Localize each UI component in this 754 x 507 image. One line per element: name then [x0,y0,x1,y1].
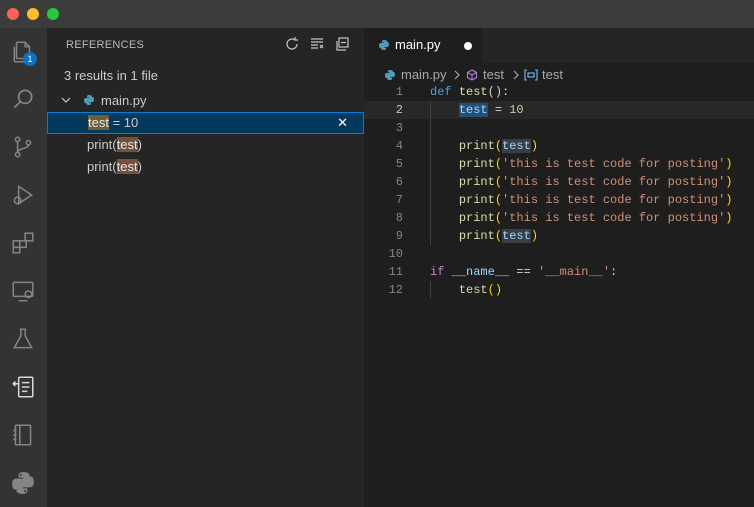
close-window-button[interactable] [7,8,19,20]
editor-area: main.py main.py test test 1 def test(): 2… [364,28,754,507]
minimize-window-button[interactable] [27,8,39,20]
line-number: 2 [395,103,403,117]
unsaved-dot-icon[interactable] [464,42,472,50]
python-file-icon [384,69,396,84]
code-line: 11 if __name__ == '__main__': [364,263,754,281]
code-line: 1 def test(): [364,83,754,101]
results-summary: 3 results in 1 file [64,68,158,83]
explorer-badge: 1 [23,52,37,66]
panel-title: REFERENCES [66,39,145,51]
line-number: 3 [395,121,403,135]
breadcrumb-function[interactable]: test [483,67,504,82]
code-editor[interactable]: 1 def test(): 2 test = 10 3 4 print(test)… [364,83,754,299]
code-line: 7 print('this is test code for posting') [364,191,754,209]
line-number: 7 [395,193,403,207]
references-icon[interactable] [7,371,39,403]
code-line: 12 test() [364,281,754,299]
notebook-icon[interactable] [7,419,39,451]
clear-icon[interactable] [309,36,325,52]
extensions-icon[interactable] [7,227,39,259]
chevron-right-icon [452,69,462,84]
remote-explorer-icon[interactable] [7,275,39,307]
dismiss-result-icon[interactable]: ✕ [337,115,348,131]
occurrence-highlight: test [502,229,531,243]
chevron-right-icon [511,69,521,84]
reference-result[interactable]: test = 10 ✕ [47,112,364,134]
line-number: 10 [388,247,403,261]
tab-bar: main.py [364,28,754,63]
occurrence-highlight: test [458,103,488,117]
code-line: 8 print('this is test code for posting') [364,209,754,227]
match-highlight: test [116,159,138,174]
refresh-icon[interactable] [284,36,300,52]
line-number: 6 [395,175,403,189]
zoom-window-button[interactable] [47,8,59,20]
line-number: 8 [395,211,403,225]
file-group-row[interactable]: main.py [47,90,364,112]
line-number: 1 [395,85,403,99]
python-file-icon [83,94,95,109]
chevron-down-icon [60,93,72,110]
code-line: 4 print(test) [364,137,754,155]
cube-icon [466,69,478,84]
tab-main-py[interactable]: main.py [364,28,482,63]
run-debug-icon[interactable] [7,179,39,211]
references-panel: REFERENCES 3 results in 1 file main.py t… [47,28,364,507]
reference-result[interactable]: print(test) [47,156,364,178]
code-line: 5 print('this is test code for posting') [364,155,754,173]
python-file-icon [378,39,390,54]
breadcrumb-file[interactable]: main.py [401,67,447,82]
match-highlight: test [116,137,138,152]
tab-label: main.py [395,37,441,52]
code-line: 2 test = 10 [364,101,754,119]
code-line: 6 print('this is test code for posting') [364,173,754,191]
explorer-icon[interactable]: 1 [7,36,39,68]
match-highlight: test [88,115,109,130]
line-number: 5 [395,157,403,171]
reference-text: test = 10 [88,115,139,130]
code-line: 3 [364,119,754,137]
line-number: 11 [388,265,403,279]
code-line: 10 [364,245,754,263]
code-line: 9 print(test) [364,227,754,245]
reference-result[interactable]: print(test) [47,134,364,156]
line-number: 9 [395,229,403,243]
reference-text: print(test) [87,159,142,174]
activity-bar: 1 [0,28,47,507]
python-icon[interactable] [7,467,39,499]
breadcrumb-variable[interactable]: test [542,67,563,82]
file-name: main.py [101,93,147,108]
panel-actions [284,36,350,52]
title-bar [0,0,754,28]
occurrence-highlight: test [502,139,531,153]
line-number: 4 [395,139,403,153]
testing-icon[interactable] [7,323,39,355]
variable-icon [524,69,538,84]
line-number: 12 [388,283,403,297]
search-icon[interactable] [7,83,39,115]
source-control-icon[interactable] [7,131,39,163]
reference-text: print(test) [87,137,142,152]
collapse-all-icon[interactable] [334,36,350,52]
